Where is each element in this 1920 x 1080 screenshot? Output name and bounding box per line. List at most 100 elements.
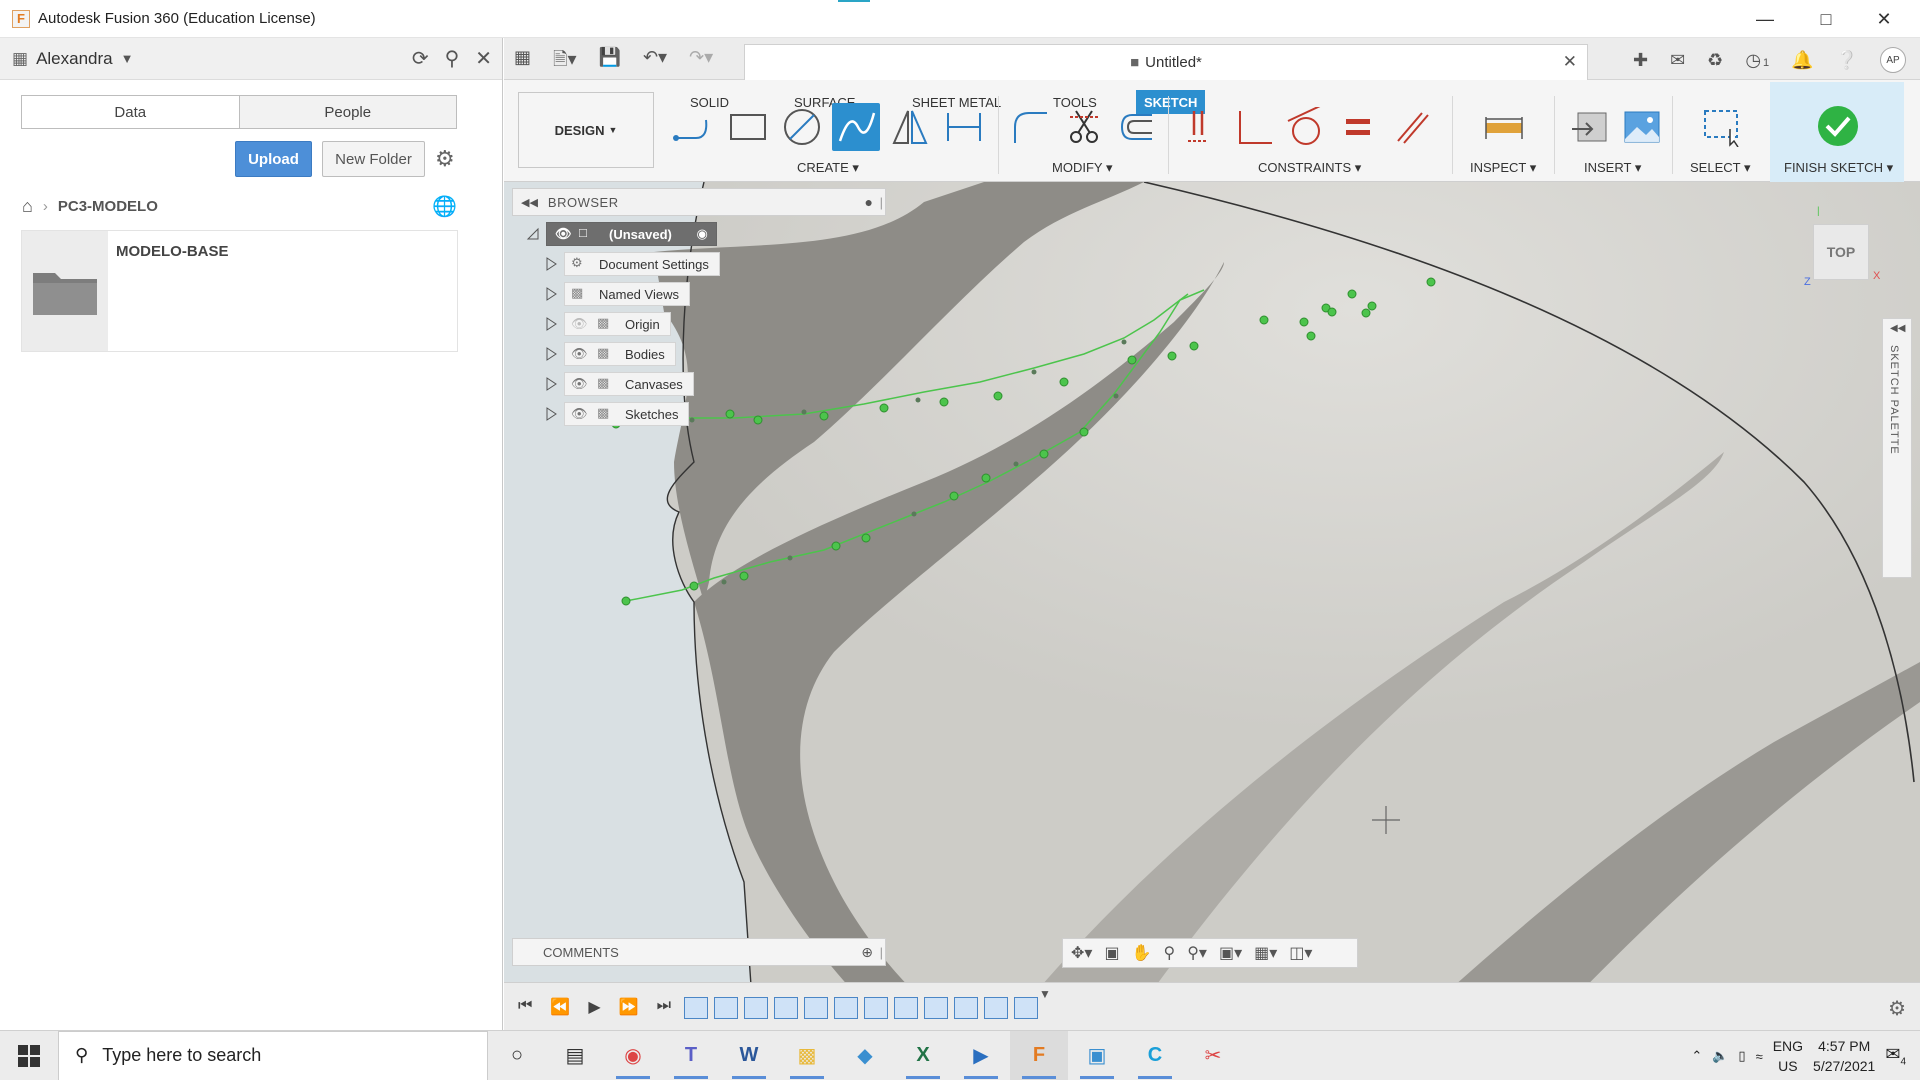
fix-constraint-tool[interactable] xyxy=(1176,105,1220,149)
language-indicator[interactable]: ENG US xyxy=(1773,1036,1803,1076)
step-forward-icon[interactable]: ⏩ xyxy=(619,997,639,1017)
add-comment-icon[interactable]: ⊕ xyxy=(861,944,873,961)
activate-radio-icon[interactable]: ◉ xyxy=(697,226,708,242)
insert-group-label[interactable]: INSERT ▾ xyxy=(1584,160,1641,176)
tray-chevron-up-icon[interactable]: ⌃ xyxy=(1691,1048,1702,1064)
spline-tool[interactable] xyxy=(832,103,880,151)
timeline-marker-icon[interactable]: ▼ xyxy=(1039,987,1051,1001)
step-back-icon[interactable]: ⏪ xyxy=(550,997,570,1017)
orbit-icon[interactable]: ✥▾ xyxy=(1071,943,1092,963)
browser-item-bodies[interactable]: 👁 ▩ Bodies xyxy=(544,342,676,366)
close-button[interactable]: ✕ xyxy=(1856,0,1912,38)
expand-triangle-icon[interactable] xyxy=(544,407,558,421)
close-tab-icon[interactable]: ✕ xyxy=(1563,52,1577,72)
home-icon[interactable]: ⌂ xyxy=(22,196,33,217)
volume-icon[interactable]: 🔈 xyxy=(1712,1048,1728,1064)
insert-canvas-tool[interactable] xyxy=(1620,105,1664,149)
finish-sketch-label[interactable]: FINISH SKETCH ▾ xyxy=(1784,160,1893,176)
fillet-tool[interactable] xyxy=(1009,105,1053,149)
job-status-icon[interactable]: ◷ 1 xyxy=(1745,50,1769,71)
browser-item-named-views[interactable]: ▩ Named Views xyxy=(544,282,690,306)
search-icon[interactable]: ⚲ xyxy=(445,46,460,71)
notifications-icon[interactable]: ✉4 xyxy=(1885,1044,1906,1068)
battery-icon[interactable]: ▯ xyxy=(1738,1048,1745,1064)
redo-icon[interactable]: ↷▾ xyxy=(689,47,713,77)
user-avatar[interactable]: AP xyxy=(1880,47,1906,73)
canvases-node[interactable]: 👁 ▩ Canvases xyxy=(564,372,694,396)
expand-triangle-icon[interactable] xyxy=(544,317,558,331)
constraints-group-label[interactable]: CONSTRAINTS ▾ xyxy=(1258,160,1361,176)
sketch-palette-panel[interactable]: ◀◀ SKETCH PALETTE xyxy=(1882,318,1912,578)
taskbar-clock[interactable]: 4:57 PM 5/27/2021 xyxy=(1813,1036,1875,1076)
origin-node[interactable]: 👁 ▩ Origin xyxy=(564,312,671,336)
timeline-step-body[interactable] xyxy=(714,997,738,1019)
expand-triangle-icon[interactable] xyxy=(544,377,558,391)
new-folder-button[interactable]: New Folder xyxy=(322,141,425,177)
rectangle-tool[interactable] xyxy=(726,105,770,149)
root-node[interactable]: 👁 □ (Unsaved) ◉ xyxy=(546,222,717,246)
look-at-icon[interactable]: ▣ xyxy=(1104,943,1119,963)
parallel-constraint-tool[interactable] xyxy=(1390,105,1434,149)
create-group-label[interactable]: CREATE ▾ xyxy=(797,160,859,176)
globe-settings-icon[interactable]: 🌐 xyxy=(432,194,457,219)
mirror-tool[interactable] xyxy=(888,105,932,149)
timeline-step-sketch[interactable] xyxy=(1014,997,1038,1019)
taskbar-file-explorer[interactable]: ▩ xyxy=(778,1031,836,1080)
display-settings-icon[interactable]: ▣▾ xyxy=(1219,943,1242,963)
taskbar-media-player[interactable]: ▶ xyxy=(952,1031,1010,1080)
timeline-settings-gear-icon[interactable]: ⚙ xyxy=(1888,996,1906,1021)
browser-panel-header[interactable]: ◀◀ BROWSER ● | xyxy=(512,188,886,216)
eye-hidden-icon[interactable]: 👁 xyxy=(571,316,588,332)
user-name[interactable]: Alexandra xyxy=(36,49,113,69)
document-settings-node[interactable]: ⚙ Document Settings xyxy=(564,252,720,276)
perpendicular-constraint-tool[interactable] xyxy=(1232,105,1276,149)
chat-icon[interactable]: ✉ xyxy=(1670,50,1685,71)
pan-hand-icon[interactable]: ✋ xyxy=(1132,943,1152,963)
play-icon[interactable]: ▶ xyxy=(588,997,600,1017)
comments-panel[interactable]: COMMENTS ⊕ | xyxy=(512,938,886,966)
zoom-icon[interactable]: ⚲ xyxy=(1163,943,1175,963)
file-icon[interactable]: 🗎▾ xyxy=(553,47,577,77)
timeline-step-canvas[interactable] xyxy=(774,997,798,1019)
viewports-icon[interactable]: ◫▾ xyxy=(1289,943,1312,963)
browser-minimize-icon[interactable]: ● xyxy=(865,194,873,210)
browser-resize-handle[interactable]: | xyxy=(880,195,883,210)
taskbar-app-c[interactable]: C xyxy=(1126,1031,1184,1080)
wifi-icon[interactable]: ≈ xyxy=(1756,1049,1763,1064)
eye-icon[interactable]: 👁 xyxy=(571,346,588,362)
document-tab[interactable]: ■ Untitled* ✕ xyxy=(744,44,1588,80)
timeline-step-body[interactable] xyxy=(924,997,948,1019)
expand-triangle-icon[interactable] xyxy=(544,287,558,301)
taskbar-app-blue[interactable]: ◆ xyxy=(836,1031,894,1080)
view-cube[interactable]: TOP xyxy=(1813,224,1869,280)
tab-data[interactable]: Data xyxy=(22,96,239,128)
taskbar-teams[interactable]: T xyxy=(662,1031,720,1080)
line-tool[interactable] xyxy=(670,105,714,149)
timeline-step-sketch[interactable] xyxy=(834,997,858,1019)
finish-sketch-button[interactable] xyxy=(1814,102,1862,150)
trim-tool[interactable] xyxy=(1062,105,1106,149)
taskbar-fusion360[interactable]: F xyxy=(1010,1030,1068,1080)
eye-icon[interactable]: 👁 xyxy=(571,376,588,392)
new-tab-icon[interactable]: ✚ xyxy=(1633,50,1648,71)
timeline-step-sketch[interactable] xyxy=(894,997,918,1019)
expand-palette-icon[interactable]: ◀◀ xyxy=(1890,323,1905,334)
sketches-node[interactable]: 👁 ▩ Sketches xyxy=(564,402,690,426)
bodies-node[interactable]: 👁 ▩ Bodies xyxy=(564,342,676,366)
browser-item-origin[interactable]: 👁 ▩ Origin xyxy=(544,312,671,336)
inspect-group-label[interactable]: INSPECT ▾ xyxy=(1470,160,1536,176)
measure-tool[interactable] xyxy=(1482,105,1526,149)
close-panel-icon[interactable]: ✕ xyxy=(475,46,492,71)
timeline-step-sketch[interactable] xyxy=(744,997,768,1019)
app-grid-icon[interactable]: ▦ xyxy=(514,47,531,77)
circle-tool[interactable] xyxy=(780,105,824,149)
named-views-node[interactable]: ▩ Named Views xyxy=(564,282,690,306)
undo-icon[interactable]: ↶▾ xyxy=(643,47,667,77)
tangent-constraint-tool[interactable] xyxy=(1284,105,1328,149)
insert-derive-tool[interactable] xyxy=(1568,105,1612,149)
taskbar-chrome[interactable]: ◉ xyxy=(604,1031,662,1080)
gear-icon[interactable]: ⚙ xyxy=(435,146,455,172)
dimension-tool[interactable] xyxy=(942,105,986,149)
browser-item-canvases[interactable]: 👁 ▩ Canvases xyxy=(544,372,694,396)
modify-group-label[interactable]: MODIFY ▾ xyxy=(1052,160,1112,176)
